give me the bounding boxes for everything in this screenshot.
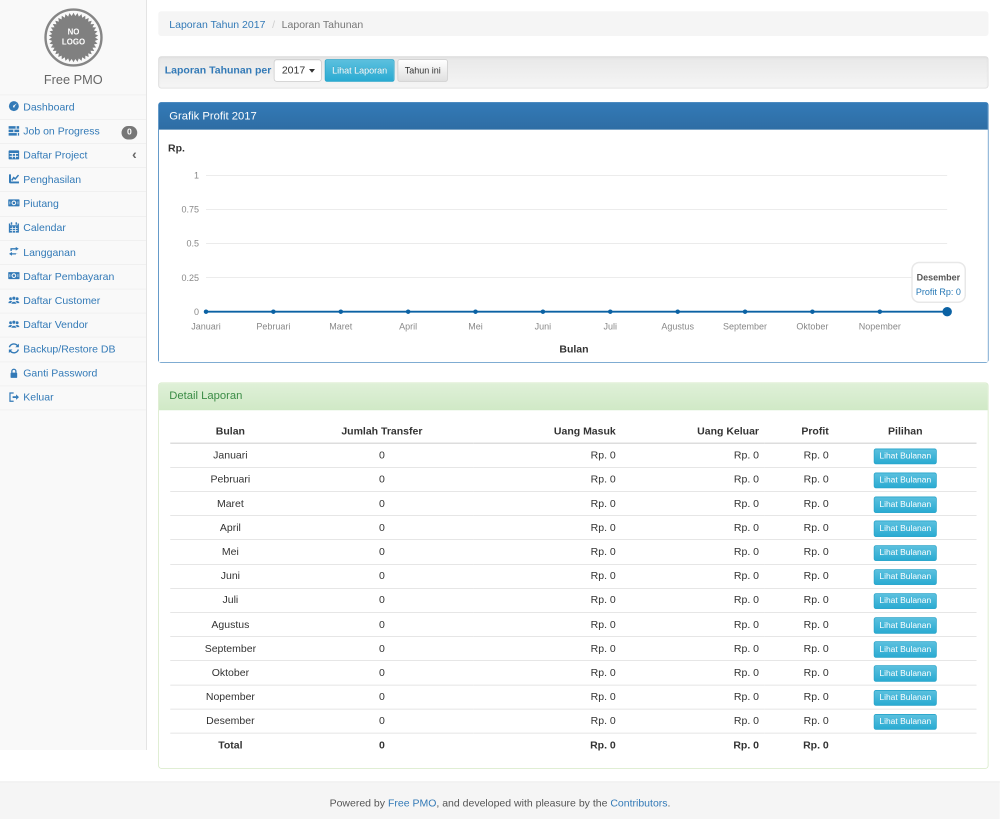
svg-text:Agustus: Agustus xyxy=(661,322,694,332)
svg-text:Juli: Juli xyxy=(603,322,617,332)
svg-text:0.25: 0.25 xyxy=(181,273,199,283)
svg-text:NO: NO xyxy=(67,27,79,36)
svg-text:Bulan: Bulan xyxy=(559,344,588,356)
svg-text:Rp.: Rp. xyxy=(168,143,185,155)
svg-text:1: 1 xyxy=(194,171,199,181)
svg-text:Juni: Juni xyxy=(534,322,551,332)
svg-text:0.75: 0.75 xyxy=(181,205,199,215)
svg-text:Maret: Maret xyxy=(329,322,353,332)
svg-text:Nopember: Nopember xyxy=(859,322,901,332)
svg-text:Pebruari: Pebruari xyxy=(256,322,290,332)
svg-text:September: September xyxy=(723,322,767,332)
svg-text:LOGO: LOGO xyxy=(62,37,85,46)
svg-text:Mei: Mei xyxy=(468,322,483,332)
svg-text:Oktober: Oktober xyxy=(796,322,828,332)
svg-text:0: 0 xyxy=(194,307,199,317)
svg-text:April: April xyxy=(399,322,417,332)
svg-text:0.5: 0.5 xyxy=(186,239,199,249)
svg-text:Januari: Januari xyxy=(191,322,221,332)
